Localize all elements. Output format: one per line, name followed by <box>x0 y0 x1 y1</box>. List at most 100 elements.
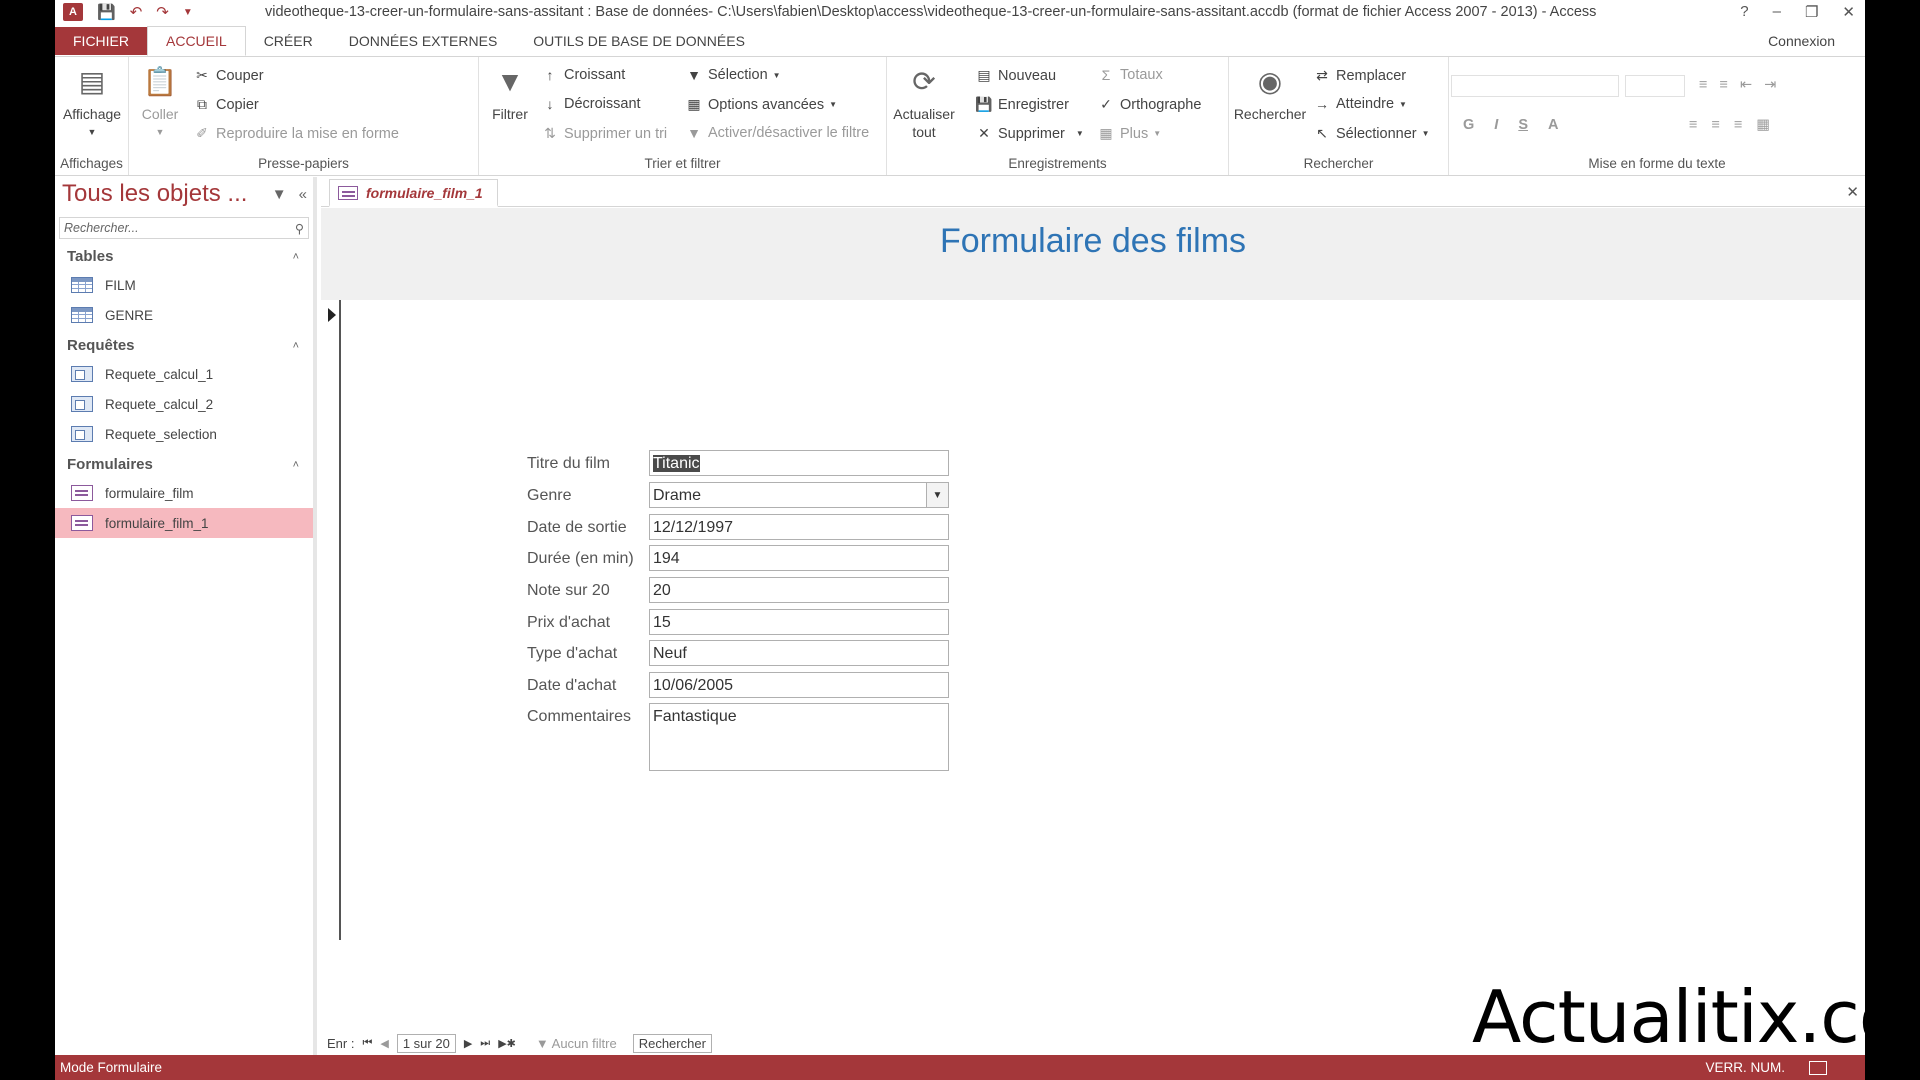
document-tab-formulaire-film-1[interactable]: formulaire_film_1 <box>329 179 498 207</box>
remplacer-button[interactable]: ⇄ Remplacer <box>1313 67 1406 84</box>
plus-button[interactable]: ▦ Plus ▼ <box>1097 125 1161 142</box>
note-input[interactable]: 20 <box>649 577 949 603</box>
align-left-icon[interactable]: ≡ <box>1689 117 1697 133</box>
last-record-icon[interactable]: ⏭ <box>480 1037 490 1050</box>
tab-fichier[interactable]: FICHIER <box>55 27 147 55</box>
numbering-icon[interactable]: ≡ <box>1719 77 1727 93</box>
coller-button[interactable]: 📋 Coller ▼ <box>135 63 185 141</box>
nav-title[interactable]: Tous les objets ... <box>62 180 247 208</box>
restore-button[interactable]: ❐ <box>1805 3 1818 21</box>
selectionner-button[interactable]: ↖ Sélectionner ▼ <box>1313 125 1429 142</box>
underline-button[interactable]: S <box>1518 117 1528 133</box>
nav-item-requete-calcul-2[interactable]: Requete_calcul_2 <box>55 389 313 419</box>
couper-button[interactable]: ✂ Couper <box>193 67 263 84</box>
filtrer-button[interactable]: ▼ Filtrer <box>485 63 535 123</box>
decroissant-button[interactable]: ↓ Décroissant <box>541 96 641 112</box>
arrow-right-icon: → <box>1315 96 1329 112</box>
date-achat-input[interactable]: 10/06/2005 <box>649 672 949 698</box>
form-view-icon[interactable] <box>1809 1060 1827 1075</box>
minimize-button[interactable]: – <box>1773 3 1781 21</box>
tab-accueil[interactable]: ACCUEIL <box>147 26 246 56</box>
close-button[interactable]: ✕ <box>1842 3 1855 21</box>
undo-icon[interactable]: ↶ <box>130 3 143 21</box>
collapse-icon[interactable]: ˄ <box>293 340 313 352</box>
nav-item-formulaire-film-1[interactable]: formulaire_film_1 <box>55 508 313 538</box>
record-nav-label: Enr : <box>327 1036 355 1051</box>
prix-input[interactable]: 15 <box>649 609 949 635</box>
orthographe-button[interactable]: ✓ Orthographe <box>1097 96 1201 113</box>
reproduire-button[interactable]: ✐ Reproduire la mise en forme <box>193 125 399 142</box>
commentaires-textarea[interactable]: Fantastique <box>649 703 949 771</box>
titre-input[interactable]: Titanic <box>649 450 949 476</box>
rechercher-button[interactable]: ◉ Rechercher <box>1231 63 1309 123</box>
tab-donnees-externes[interactable]: DONNÉES EXTERNES <box>331 27 516 55</box>
help-icon[interactable]: ? <box>1740 3 1748 21</box>
search-icon[interactable]: ⚲ <box>295 221 308 236</box>
align-buttons: ≡ ≡ ≡ ▦ <box>1689 117 1770 133</box>
type-achat-input[interactable]: Neuf <box>649 640 949 666</box>
totaux-button[interactable]: Σ Totaux <box>1097 67 1163 83</box>
nav-collapse-icon[interactable]: « <box>299 186 307 203</box>
enregistrer-button[interactable]: 💾 Enregistrer <box>975 96 1069 113</box>
nav-item-requete-calcul-1[interactable]: Requete_calcul_1 <box>55 359 313 389</box>
date-sortie-input[interactable]: 12/12/1997 <box>649 514 949 540</box>
collapse-icon[interactable]: ˄ <box>293 251 313 263</box>
nav-item-genre[interactable]: GENRE <box>55 300 313 330</box>
chevron-down-icon[interactable]: ▼ <box>926 483 948 507</box>
record-search-input[interactable]: Rechercher <box>632 1034 712 1053</box>
bullets-icon[interactable]: ≡ <box>1699 77 1707 93</box>
nav-item-label: GENRE <box>105 307 154 323</box>
record-selector[interactable] <box>323 300 341 940</box>
gridlines-icon[interactable]: ▦ <box>1756 117 1770 133</box>
genre-combo[interactable]: Drame ▼ <box>649 482 949 508</box>
indent-decrease-icon[interactable]: ⇤ <box>1740 77 1752 93</box>
nav-menu-icon[interactable]: ▼ <box>272 186 287 203</box>
tab-creer[interactable]: CRÉER <box>246 27 331 55</box>
nav-section-tables[interactable]: Tables ˄ <box>55 243 313 270</box>
save-icon[interactable]: 💾 <box>97 3 116 21</box>
nav-search-input[interactable]: Rechercher... ⚲ <box>59 217 309 239</box>
collapse-icon[interactable]: ˄ <box>293 459 313 471</box>
no-filter-button[interactable]: ▼ Aucun filtre <box>536 1036 617 1051</box>
nav-item-formulaire-film[interactable]: formulaire_film <box>55 478 313 508</box>
nav-section-requetes[interactable]: Requêtes ˄ <box>55 332 313 359</box>
nav-search-placeholder: Rechercher... <box>64 221 139 235</box>
font-size-combo[interactable] <box>1625 75 1685 97</box>
new-record-icon[interactable]: ▶✱ <box>498 1037 516 1050</box>
text-format-buttons: G I S A <box>1463 117 1558 133</box>
align-right-icon[interactable]: ≡ <box>1734 117 1742 133</box>
close-document-icon[interactable]: ✕ <box>1846 183 1859 201</box>
nav-section-formulaires[interactable]: Formulaires ˄ <box>55 451 313 478</box>
supprimer-button[interactable]: ✕ Supprimer ▼ <box>975 125 1084 142</box>
nouveau-button[interactable]: ▤ Nouveau <box>975 67 1056 84</box>
customize-qat-icon[interactable]: ▼ <box>183 7 193 18</box>
next-record-icon[interactable]: ▶ <box>464 1037 472 1050</box>
nav-item-requete-selection[interactable]: Requete_selection <box>55 419 313 449</box>
bold-button[interactable]: G <box>1463 117 1474 133</box>
field-label: Date de sortie <box>527 519 627 536</box>
affichage-button[interactable]: ▤ Affichage ▼ <box>59 63 125 141</box>
group-trier-filtrer: ▼ Filtrer ↑ Croissant ↓ Décroissant ⇅ Suppr… <box>479 57 887 175</box>
options-avancees-button[interactable]: ▦ Options avancées ▼ <box>685 96 837 113</box>
align-center-icon[interactable]: ≡ <box>1711 117 1719 133</box>
first-record-icon[interactable]: ⏮ <box>362 1037 372 1050</box>
previous-record-icon[interactable]: ◀ <box>380 1037 388 1050</box>
field-duree: Durée (en min) 194 <box>521 545 949 573</box>
copier-button[interactable]: ⧉ Copier <box>193 96 259 113</box>
record-position-input[interactable]: 1 sur 20 <box>396 1034 456 1053</box>
actualiser-button[interactable]: ⟳ Actualiser tout <box>891 63 957 141</box>
activer-filtre-button[interactable]: ▼ Activer/désactiver le filtre <box>685 125 869 141</box>
duree-input[interactable]: 194 <box>649 545 949 571</box>
font-color-button[interactable]: A <box>1548 117 1558 133</box>
redo-icon[interactable]: ↷ <box>156 3 169 21</box>
indent-increase-icon[interactable]: ⇥ <box>1764 77 1776 93</box>
tab-outils-bdd[interactable]: OUTILS DE BASE DE DONNÉES <box>515 27 763 55</box>
nav-item-film[interactable]: FILM <box>55 270 313 300</box>
atteindre-button[interactable]: → Atteindre ▼ <box>1313 96 1407 112</box>
selection-button[interactable]: ▼ Sélection ▼ <box>685 67 781 83</box>
italic-button[interactable]: I <box>1494 117 1498 133</box>
supprimer-tri-button[interactable]: ⇅ Supprimer un tri <box>541 125 667 142</box>
connexion-link[interactable]: Connexion <box>1768 33 1865 49</box>
font-name-combo[interactable] <box>1451 75 1619 97</box>
croissant-button[interactable]: ↑ Croissant <box>541 67 626 83</box>
